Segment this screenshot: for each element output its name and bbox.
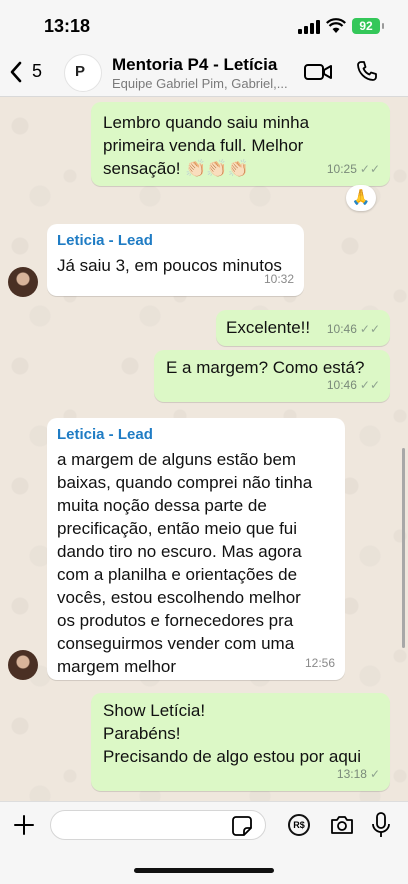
plus-icon[interactable]: [12, 813, 36, 837]
message-text: Show Letícia! Parabéns! Precisando de al…: [103, 701, 362, 766]
chat-scrollbar[interactable]: [402, 448, 405, 648]
status-bar: 13:18 92: [0, 0, 408, 48]
phone-call-icon[interactable]: [356, 60, 378, 82]
contact-avatar[interactable]: [8, 267, 38, 297]
status-time: 13:18: [44, 16, 91, 36]
sender-name[interactable]: Leticia - Lead: [57, 423, 335, 446]
read-receipt-icon: ✓✓: [359, 162, 380, 176]
message-time: 13:18: [336, 767, 367, 781]
read-receipt-icon: ✓✓: [359, 322, 380, 336]
reaction-badge[interactable]: 🙏: [346, 185, 376, 211]
message-bubble-outgoing[interactable]: Excelente!! 10:46 ✓✓: [216, 310, 390, 346]
contact-avatar[interactable]: [8, 650, 38, 680]
message-bubble-outgoing[interactable]: Show Letícia! Parabéns! Precisando de al…: [91, 693, 390, 791]
message-text: Já saiu 3, em poucos minutos: [57, 256, 282, 275]
microphone-icon[interactable]: [372, 812, 390, 838]
message-meta: 10:25 ✓✓: [327, 158, 380, 181]
payment-icon[interactable]: R$: [288, 814, 310, 836]
wifi-icon: [326, 18, 346, 33]
message-time: 10:46: [326, 322, 357, 336]
signal-icon: [298, 20, 320, 34]
message-time: 10:46: [326, 378, 357, 392]
chat-header: 5 P Mentoria P4 - Letícia Equipe Gabriel…: [0, 48, 408, 97]
group-avatar[interactable]: P: [64, 54, 102, 92]
message-bubble-incoming[interactable]: Leticia - Lead Já saiu 3, em poucos minu…: [47, 224, 304, 296]
chat-subtitle[interactable]: Equipe Gabriel Pim, Gabriel,...: [112, 76, 288, 91]
read-receipt-icon: ✓✓: [359, 378, 380, 392]
group-avatar-logo: P: [75, 63, 86, 80]
home-indicator: [134, 868, 274, 873]
message-bubble-outgoing[interactable]: E a margem? Como está? 10:46 ✓✓: [154, 350, 390, 402]
message-bubble-incoming[interactable]: Leticia - Lead a margem de alguns estão …: [47, 418, 345, 680]
message-meta: 10:46 ✓✓: [327, 374, 380, 397]
sender-name[interactable]: Leticia - Lead: [57, 229, 294, 252]
message-meta: 13:18 ✓: [337, 763, 380, 786]
message-meta: 10:46 ✓✓: [327, 318, 380, 341]
battery-cap: [382, 23, 384, 29]
message-time: 10:32: [263, 272, 294, 286]
chevron-left-icon[interactable]: [8, 60, 24, 84]
message-time: 10:25: [326, 162, 357, 176]
message-text: a margem de alguns estão bem baixas, qua…: [57, 450, 313, 676]
video-call-icon[interactable]: [304, 62, 332, 82]
camera-icon[interactable]: [330, 814, 354, 836]
back-unread-count[interactable]: 5: [32, 61, 42, 82]
delivered-receipt-icon: ✓: [369, 767, 380, 781]
sticker-icon[interactable]: [232, 816, 252, 836]
message-time: 12:56: [304, 656, 335, 670]
chat-title[interactable]: Mentoria P4 - Letícia: [112, 55, 277, 75]
battery-icon: 92: [352, 18, 380, 34]
message-bubble-outgoing[interactable]: Lembro quando saiu minha primeira venda …: [91, 102, 390, 186]
